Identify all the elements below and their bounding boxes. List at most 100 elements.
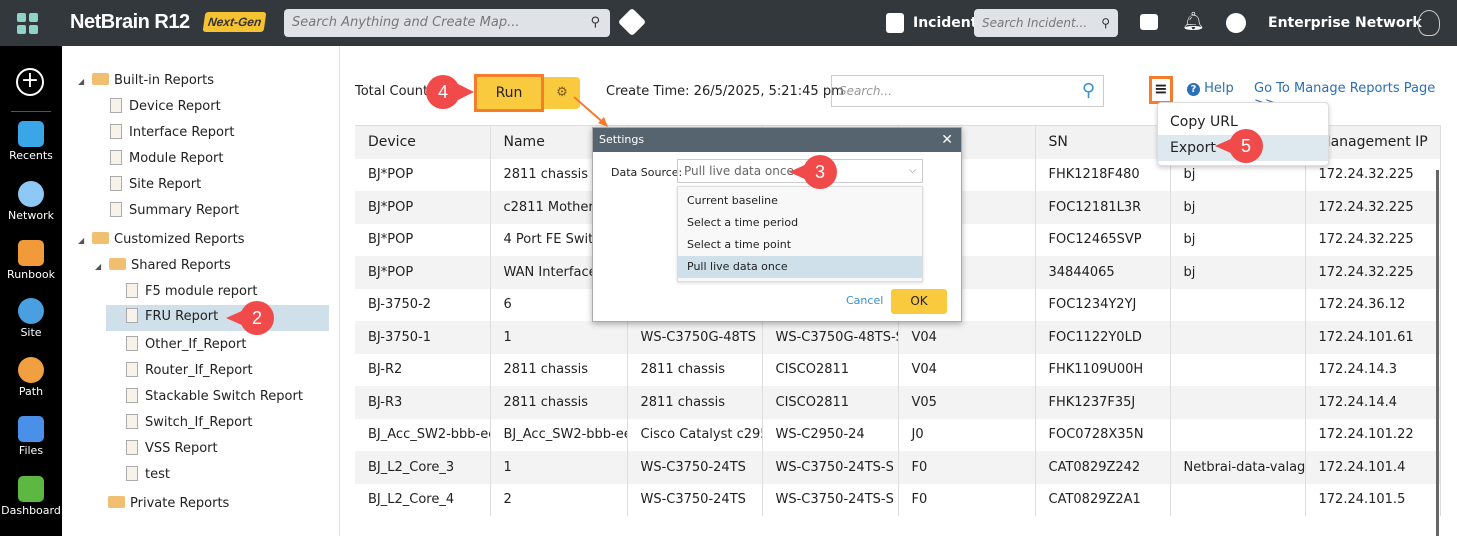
help-link[interactable]: ? Help bbox=[1187, 81, 1234, 96]
rail-site[interactable]: Site bbox=[0, 298, 62, 339]
search-placeholder: Search Anything and Create Map... bbox=[292, 15, 520, 30]
total-count-label: Total Count: bbox=[355, 84, 433, 99]
tree-item[interactable]: Summary Report bbox=[110, 199, 239, 223]
report-icon bbox=[110, 176, 122, 191]
incident-label[interactable]: Incident bbox=[913, 15, 977, 31]
rail-network[interactable]: Network bbox=[0, 181, 62, 222]
option[interactable]: Select a time point bbox=[678, 234, 922, 256]
network-selector[interactable]: Enterprise Network bbox=[1268, 15, 1422, 31]
tree-item[interactable]: F5 module report bbox=[126, 280, 257, 304]
node-label: Other_If_Report bbox=[145, 337, 247, 352]
path-icon bbox=[18, 357, 44, 383]
recents-icon bbox=[18, 121, 44, 147]
search-icon[interactable]: ⚲ bbox=[1101, 9, 1110, 37]
apps-grid-icon[interactable] bbox=[17, 13, 39, 35]
callout-pointer bbox=[1215, 138, 1233, 154]
table-cell: 172.24.14.4 bbox=[1305, 386, 1441, 419]
rail-dashboard[interactable]: Dashboard bbox=[0, 476, 62, 517]
run-button[interactable]: Run bbox=[474, 74, 544, 112]
create-time-caption: Create Time: bbox=[606, 84, 690, 99]
table-cell: FHK1218F480 bbox=[1035, 158, 1171, 191]
tree-item[interactable]: Router_If_Report bbox=[126, 359, 253, 383]
connector-arrow bbox=[573, 96, 608, 127]
option[interactable]: Select a time period bbox=[678, 212, 922, 234]
tree-item[interactable]: Other_If_Report bbox=[126, 333, 246, 357]
tree-item[interactable]: Switch_If_Report bbox=[126, 411, 253, 435]
table-row[interactable]: BJ-R2 2811 chassis 2811 chassis CISCO2811 V0… bbox=[355, 353, 1441, 386]
ok-button[interactable]: OK bbox=[891, 289, 947, 314]
table-row[interactable]: BJ_Acc_SW2-bbb-eeeBJ_Acc_SW2-bbb-eee-Cis… bbox=[355, 418, 1441, 451]
folder-icon bbox=[18, 416, 44, 442]
left-rail: + Recents Network Runbook Site Path File… bbox=[0, 46, 62, 536]
incident-search-input[interactable]: Search Incident... ⚲ bbox=[974, 9, 1118, 37]
table-cell: 1 bbox=[490, 451, 628, 484]
option-selected[interactable]: Pull live data once bbox=[678, 256, 922, 278]
tree-item[interactable]: Site Report bbox=[110, 173, 201, 197]
node-label: Module Report bbox=[129, 151, 224, 166]
tree-customized-reports[interactable]: ◢ Customized Reports bbox=[78, 228, 245, 252]
table-cell: 172.24.101.22 bbox=[1305, 418, 1441, 451]
column-header[interactable]: SN bbox=[1035, 125, 1171, 159]
table-cell: CISCO2811 bbox=[762, 353, 899, 386]
table-cell: BJ-R2 bbox=[355, 353, 491, 386]
bell-icon[interactable]: 🔔︎ bbox=[1182, 11, 1205, 32]
chevron-down-icon: ⌵ bbox=[909, 166, 916, 176]
report-icon bbox=[126, 466, 138, 481]
tree-item[interactable]: VSS Report bbox=[126, 437, 218, 461]
top-bar: NetBrain R12 Next-Gen Search Anything an… bbox=[0, 0, 1457, 46]
query-report-icon bbox=[126, 388, 138, 403]
tree-item-fru-report[interactable]: FRU Report bbox=[106, 305, 329, 331]
global-search-input[interactable]: Search Anything and Create Map... ⚲ bbox=[284, 9, 610, 37]
tree-item[interactable]: Device Report bbox=[110, 95, 221, 119]
tree-item[interactable]: Stackable Switch Report bbox=[126, 385, 303, 409]
table-cell: 1 bbox=[490, 321, 628, 354]
tree-item[interactable]: test bbox=[126, 463, 170, 487]
add-icon[interactable]: + bbox=[16, 68, 44, 96]
table-row[interactable]: BJ_L2_Core_4 2 WS-C3750-24TS WS-C3750-24TS-… bbox=[355, 483, 1441, 516]
network-icon bbox=[18, 181, 44, 207]
brain-icon[interactable] bbox=[1418, 10, 1440, 36]
rail-label: Runbook bbox=[7, 268, 55, 281]
rail-runbook[interactable]: Runbook bbox=[0, 240, 62, 281]
table-cell: CAT0829Z242 bbox=[1035, 451, 1171, 484]
table-cell bbox=[1170, 353, 1306, 386]
rail-files[interactable]: Files bbox=[0, 416, 62, 457]
folder-icon bbox=[108, 496, 125, 508]
column-header[interactable]: Device bbox=[355, 125, 491, 159]
menu-hamburger-icon[interactable]: ≡ bbox=[1149, 76, 1173, 104]
cancel-button[interactable]: Cancel bbox=[846, 294, 883, 307]
tree-item[interactable]: Interface Report bbox=[110, 121, 234, 145]
search-placeholder: Search... bbox=[839, 84, 892, 98]
report-search-input[interactable]: Search... ⚲ bbox=[831, 75, 1104, 107]
node-label: VSS Report bbox=[145, 441, 218, 456]
rail-path[interactable]: Path bbox=[0, 357, 62, 398]
directions-icon[interactable] bbox=[617, 7, 647, 37]
chat-icon[interactable] bbox=[1140, 14, 1158, 30]
table-cell: BJ_Acc_SW2-bbb-eee- bbox=[490, 418, 628, 451]
data-source-label: Data Source: bbox=[611, 166, 683, 179]
node-label: Stackable Switch Report bbox=[145, 389, 303, 404]
table-cell: BJ_Acc_SW2-bbb-eee bbox=[355, 418, 491, 451]
close-icon[interactable]: ✕ bbox=[941, 128, 953, 152]
search-icon[interactable]: ⚲ bbox=[590, 9, 600, 37]
rail-recents[interactable]: Recents bbox=[0, 121, 62, 162]
incident-icon[interactable] bbox=[886, 13, 904, 33]
table-cell: 172.24.101.61 bbox=[1305, 321, 1441, 354]
user-icon[interactable] bbox=[1226, 13, 1246, 33]
table-row[interactable]: BJ_L2_Core_3 1 WS-C3750-24TS WS-C3750-24TS-… bbox=[355, 451, 1441, 484]
table-cell: J0 bbox=[898, 418, 1036, 451]
rail-label: Recents bbox=[9, 149, 53, 162]
tree-item[interactable]: Module Report bbox=[110, 147, 224, 171]
report-icon bbox=[110, 202, 122, 217]
option[interactable]: Current baseline bbox=[678, 190, 922, 212]
tree-private-reports[interactable]: Private Reports bbox=[108, 492, 229, 516]
table-row[interactable]: BJ-3750-1 1 WS-C3750G-48TS WS-C3750G-48TS-S… bbox=[355, 321, 1441, 354]
search-icon[interactable]: ⚲ bbox=[1082, 76, 1095, 106]
table-cell: WS-C3750-24TS-S bbox=[762, 483, 899, 516]
tree-builtin-reports[interactable]: ◢ Built-in Reports bbox=[78, 69, 214, 93]
tree-shared-reports[interactable]: ◢ Shared Reports bbox=[95, 254, 231, 278]
table-cell: BJ*POP bbox=[355, 191, 491, 224]
table-cell: BJ*POP bbox=[355, 256, 491, 289]
table-row[interactable]: BJ-R3 2811 chassis 2811 chassis CISCO2811 V0… bbox=[355, 386, 1441, 419]
scrollbar[interactable] bbox=[1436, 170, 1439, 536]
